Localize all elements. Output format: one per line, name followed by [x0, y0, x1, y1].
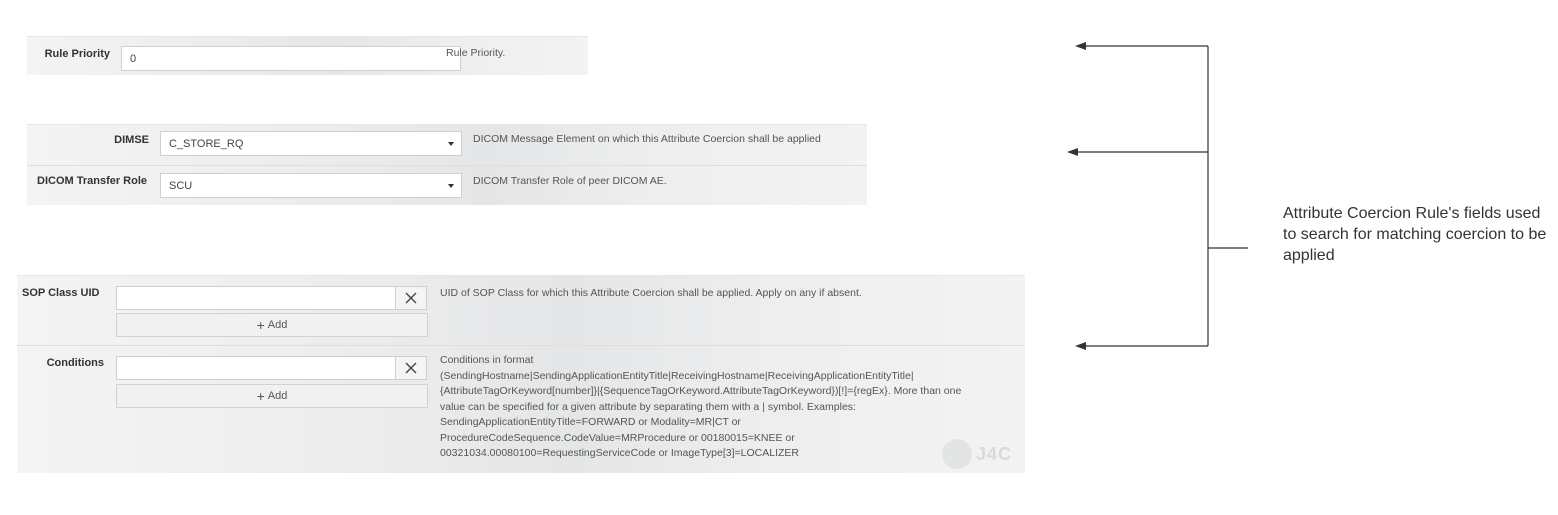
dimse-select[interactable]: C_STORE_RQ	[160, 131, 462, 156]
watermark-text: J4C	[976, 443, 1013, 464]
transfer-role-label: DICOM Transfer Role	[37, 175, 148, 187]
plus-icon: +	[256, 317, 265, 333]
conditions-help-line: SendingApplicationEntityTitle=FORWARD or…	[440, 416, 741, 428]
conditions-label: Conditions	[46, 357, 104, 369]
sop-class-uid-row: SOP Class UID + Add UID of SOP Class for…	[17, 276, 1025, 345]
transfer-role-value: SCU	[169, 179, 193, 192]
rule-priority-help: Rule Priority.	[446, 47, 506, 59]
dimse-help: DICOM Message Element on which this Attr…	[473, 133, 821, 145]
arrow-dimse	[1067, 148, 1208, 156]
close-icon	[405, 292, 417, 304]
transfer-role-help: DICOM Transfer Role of peer DICOM AE.	[473, 175, 667, 187]
rule-priority-value: 0	[130, 52, 137, 65]
rule-priority-input[interactable]: 0	[121, 46, 461, 71]
watermark-logo: J4C	[942, 439, 1012, 469]
dimse-panel: DIMSE C_STORE_RQ DICOM Message Element o…	[27, 124, 867, 205]
rule-priority-panel: Rule Priority 0 Rule Priority.	[27, 36, 588, 75]
sop-class-uid-help: UID of SOP Class for which this Attribut…	[440, 287, 862, 299]
conditions-help-line: Conditions in format	[440, 354, 534, 366]
conditions-help-line: 00321034.00080100=RequestingServiceCode …	[440, 447, 799, 459]
arrow-rule-priority	[1075, 42, 1208, 50]
logo-circle-icon	[942, 439, 972, 469]
conditions-add-label: Add	[267, 390, 288, 402]
chevron-down-icon	[448, 141, 454, 146]
close-icon	[405, 362, 417, 374]
conditions-help-line: (SendingHostname|SendingApplicationEntit…	[440, 369, 914, 382]
sop-class-uid-add-button[interactable]: + Add	[116, 313, 428, 337]
sop-class-uid-add-label: Add	[267, 319, 288, 331]
rule-priority-label: Rule Priority	[44, 48, 110, 60]
annotation-text: Attribute Coercion Rule's fields used to…	[1283, 205, 1547, 264]
transfer-role-select[interactable]: SCU	[160, 173, 462, 198]
conditions-clear-button[interactable]	[395, 356, 427, 380]
sop-class-uid-label: SOP Class UID	[22, 287, 100, 299]
chevron-down-icon	[448, 183, 454, 188]
sop-class-uid-clear-button[interactable]	[395, 286, 427, 310]
arrow-conditions	[1075, 342, 1208, 350]
sop-class-uid-input[interactable]	[116, 286, 396, 310]
conditions-help-line: value can be specified for a given attri…	[440, 400, 856, 413]
conditions-add-button[interactable]: + Add	[116, 384, 428, 408]
conditions-row: Conditions + Add Conditions in format (S…	[17, 345, 1025, 474]
conditions-help-line: ProcedureCodeSequence.CodeValue=MRProced…	[440, 431, 795, 444]
plus-icon: +	[256, 388, 265, 404]
conditions-input[interactable]	[116, 356, 396, 380]
dimse-row: DIMSE C_STORE_RQ DICOM Message Element o…	[27, 125, 867, 165]
dimse-label: DIMSE	[114, 134, 149, 146]
dimse-value: C_STORE_RQ	[169, 137, 244, 150]
conditions-help: Conditions in format (SendingHostname|Se…	[440, 353, 1025, 462]
sop-conditions-panel: SOP Class UID + Add UID of SOP Class for…	[17, 275, 1025, 473]
transfer-role-row: DICOM Transfer Role SCU DICOM Transfer R…	[27, 165, 867, 206]
conditions-help-line: {AttributeTagOrKeyword[number]}|{Sequenc…	[440, 385, 962, 397]
